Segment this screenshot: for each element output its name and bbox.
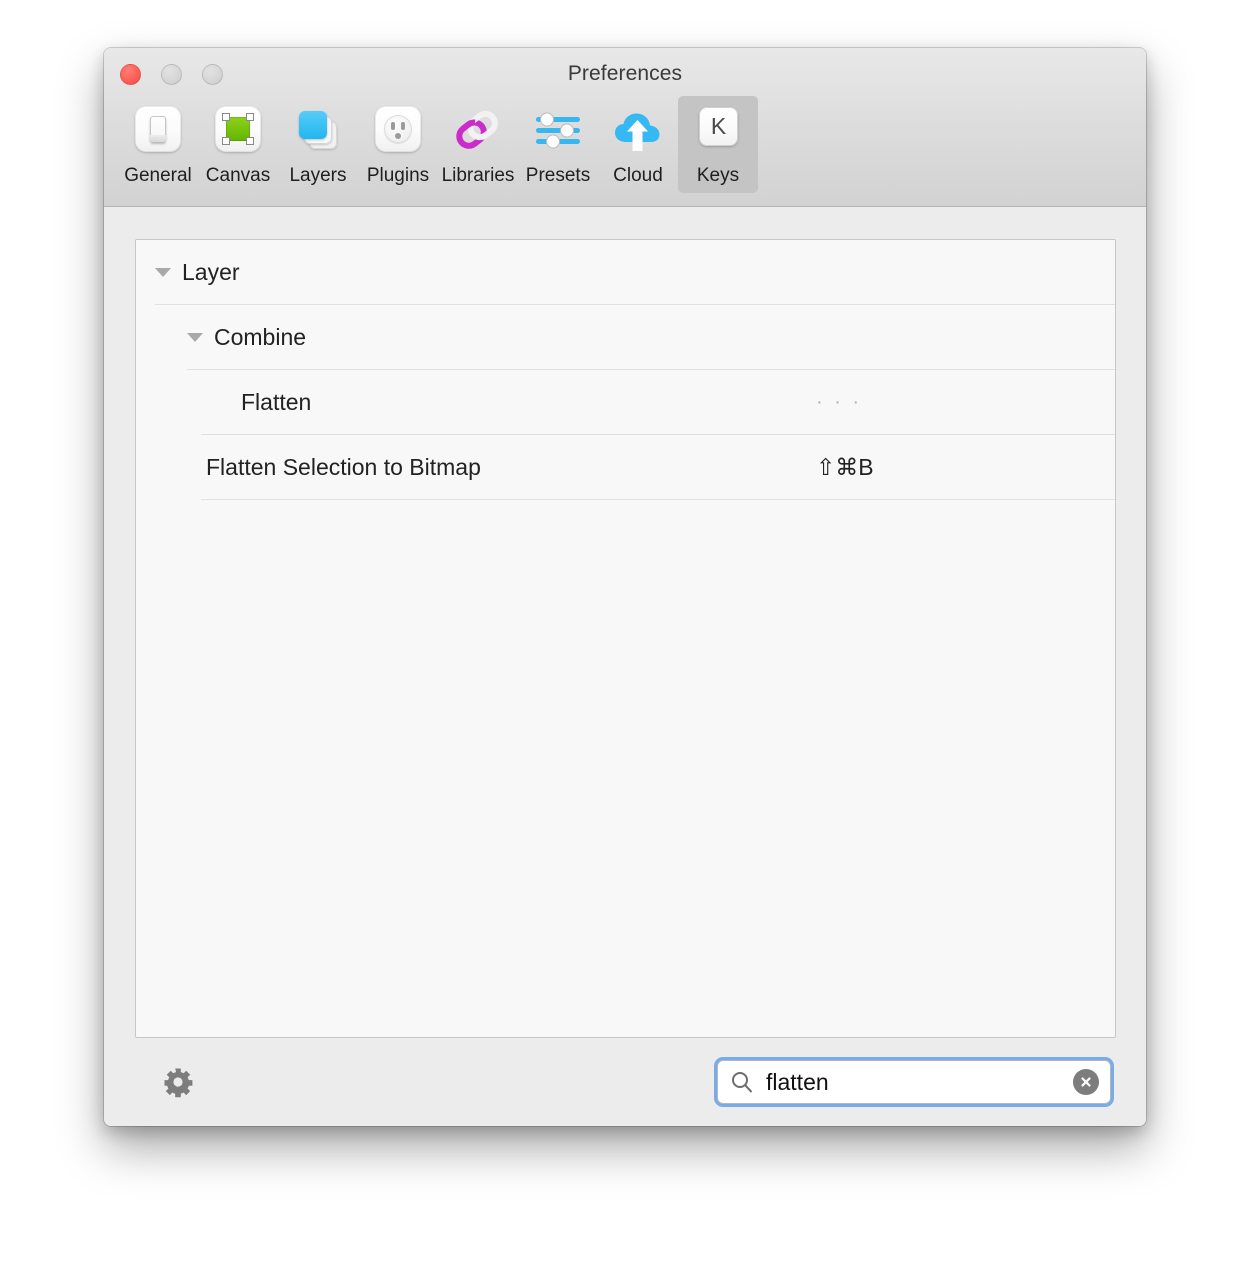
sliders-icon (531, 104, 585, 158)
green-square-selection-icon (211, 104, 265, 158)
power-outlet-icon (371, 104, 425, 158)
toolbar-item-cloud[interactable]: Cloud (598, 96, 678, 193)
shortcut-value[interactable]: · · · (816, 391, 862, 414)
toolbar-label-general: General (124, 165, 192, 186)
toolbar-item-general[interactable]: General (118, 96, 198, 193)
toolbar-label-presets: Presets (525, 165, 591, 186)
gear-icon[interactable] (162, 1066, 194, 1098)
row-label: Flatten Selection to Bitmap (206, 454, 481, 480)
toolbar-label-plugins: Plugins (366, 165, 430, 186)
table-row-combine[interactable]: Combine (136, 305, 1115, 370)
toolbar-label-keys: Keys (696, 165, 740, 186)
cloud-upload-icon (611, 104, 665, 158)
toolbar-item-keys[interactable]: K Keys (678, 96, 758, 193)
titlebar-toolbar: Preferences General Canvas Layers Plugin… (104, 48, 1146, 207)
toolbar-item-plugins[interactable]: Plugins (358, 96, 438, 193)
shortcuts-list[interactable]: Layer Combine Flatten · · · Flatten Sele… (135, 239, 1116, 1038)
row-label: Combine (214, 324, 307, 350)
disclosure-triangle-down-icon[interactable] (187, 333, 203, 342)
search-input[interactable]: flatten (766, 1069, 1073, 1096)
toolbar-label-cloud: Cloud (613, 165, 663, 186)
keys-pane: Layer Combine Flatten · · · Flatten Sele… (104, 207, 1146, 1126)
search-field[interactable]: flatten (717, 1060, 1111, 1104)
chain-link-icon (451, 104, 505, 158)
toolbar-label-canvas: Canvas (205, 165, 271, 186)
preferences-window: Preferences General Canvas Layers Plugin… (104, 48, 1146, 1126)
toolbar-label-layers: Layers (289, 165, 347, 186)
row-label: Layer (182, 259, 240, 285)
table-row-layer[interactable]: Layer (136, 240, 1115, 305)
keyboard-key-glyph: K (699, 107, 738, 146)
toolbar-label-libraries: Libraries (441, 165, 515, 186)
stacked-layers-icon (291, 104, 345, 158)
search-icon (732, 1072, 752, 1093)
row-divider (201, 499, 1115, 500)
toolbar-item-canvas[interactable]: Canvas (198, 96, 278, 193)
window-title: Preferences (567, 62, 683, 85)
shortcut-value[interactable]: ⇧⌘B (816, 454, 874, 481)
row-label: Flatten (241, 389, 312, 415)
disclosure-triangle-down-icon[interactable] (155, 268, 171, 277)
toolbar-item-layers[interactable]: Layers (278, 96, 358, 193)
table-row-flatten[interactable]: Flatten · · · (136, 370, 1115, 435)
clear-search-icon[interactable] (1073, 1069, 1099, 1095)
preferences-toolbar: General Canvas Layers Plugins Libraries … (118, 96, 1132, 193)
bottom-bar: flatten (135, 1038, 1116, 1126)
table-row-flatten-selection-to-bitmap[interactable]: Flatten Selection to Bitmap ⇧⌘B (136, 435, 1115, 500)
toolbar-item-presets[interactable]: Presets (518, 96, 598, 193)
toolbar-item-libraries[interactable]: Libraries (438, 96, 518, 193)
keyboard-key-icon: K (691, 104, 745, 158)
toggle-switch-icon (131, 104, 185, 158)
